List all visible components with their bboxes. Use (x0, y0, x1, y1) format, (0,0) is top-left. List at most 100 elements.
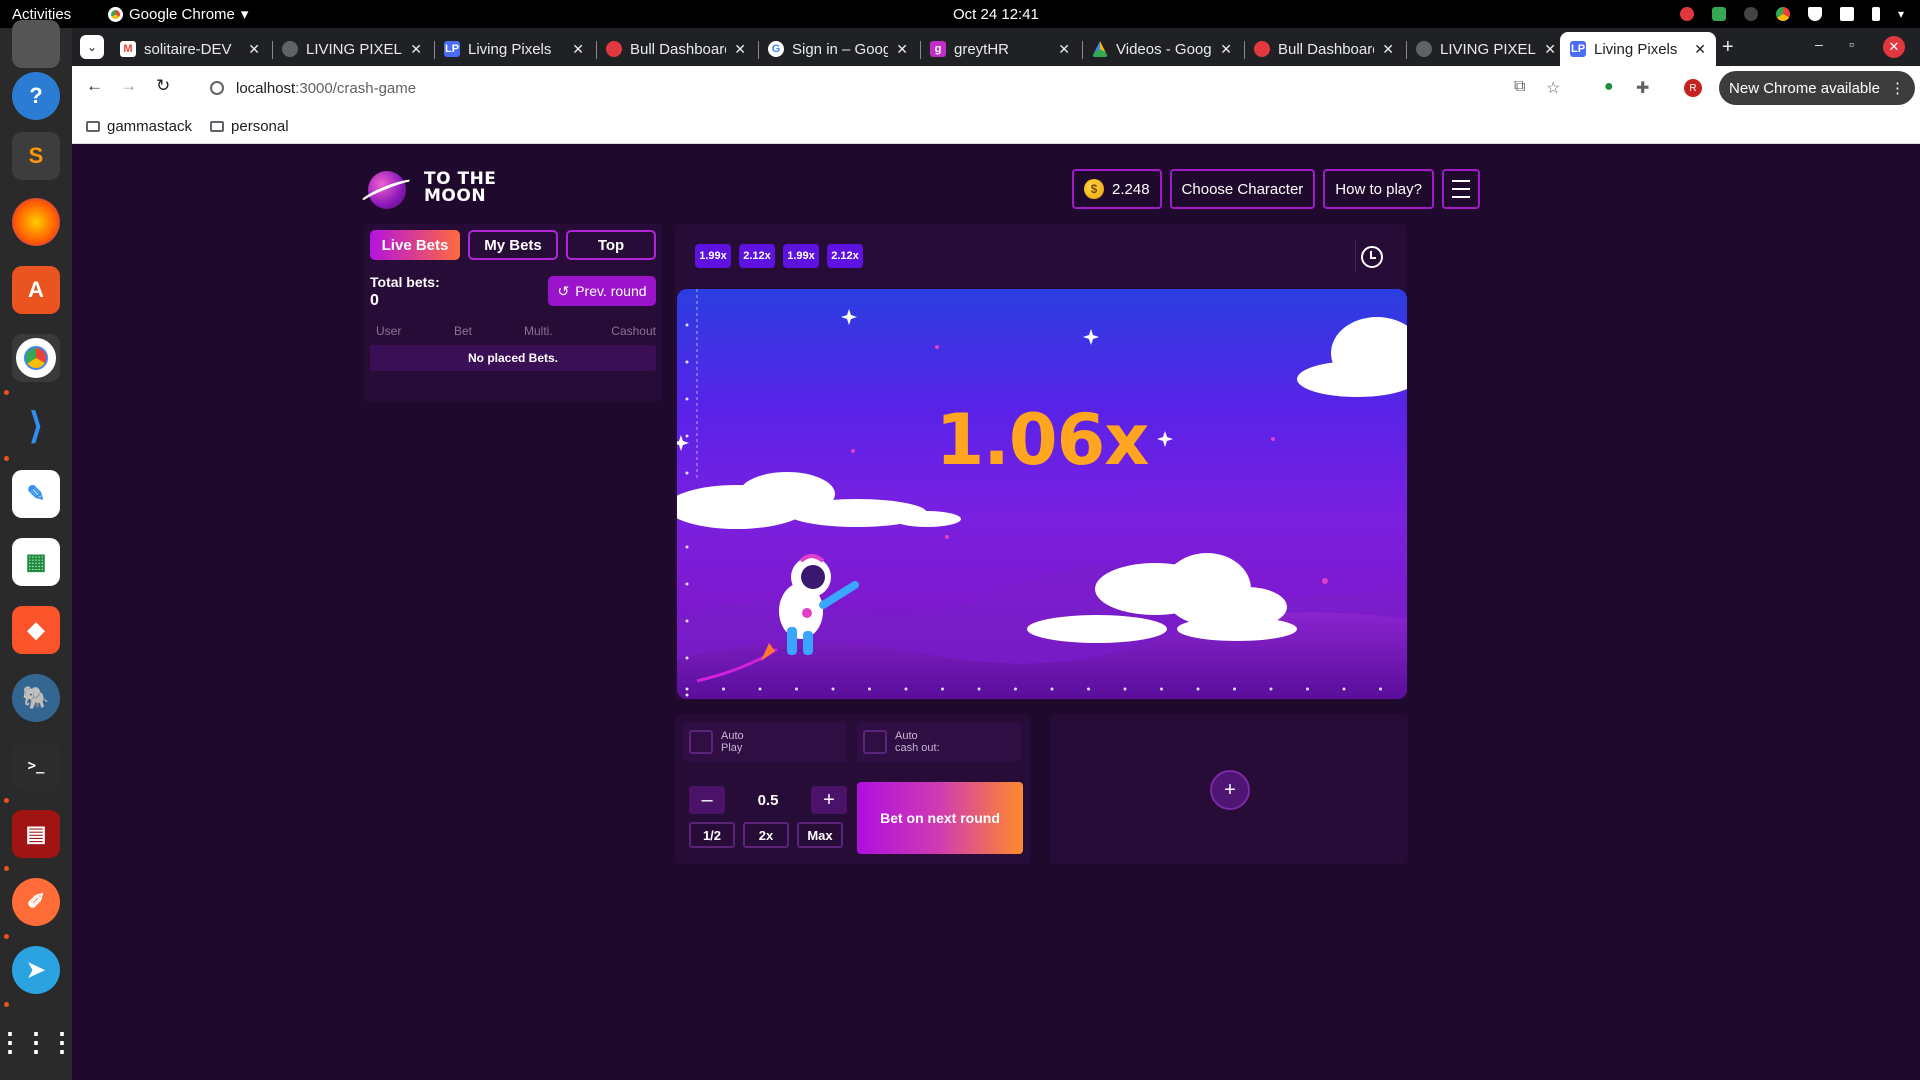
address-bar[interactable]: localhost:3000/crash-game (192, 72, 1622, 104)
globe-icon (282, 41, 298, 57)
multiplier-chip[interactable]: 1.99x (695, 244, 731, 268)
back-button[interactable]: ← (86, 76, 103, 96)
auto-play-checkbox[interactable] (689, 730, 713, 754)
auto-cashout-toggle[interactable]: Auto cash out: (857, 722, 1021, 762)
system-tray[interactable]: ▾ (1679, 7, 1904, 21)
multiplier-chip[interactable]: 1.99x (783, 244, 819, 268)
close-tab-icon[interactable]: ✕ (734, 41, 746, 58)
grammarly-icon[interactable]: ● (1604, 78, 1614, 96)
google-icon: G (768, 41, 784, 57)
browser-tab[interactable]: Bull Dashboard ✕ (1244, 32, 1404, 66)
vscode-icon[interactable]: ⟩ (12, 402, 60, 450)
battery-icon[interactable] (1871, 7, 1880, 21)
logo[interactable]: TO THE MOON (357, 168, 496, 209)
volume-icon[interactable] (1839, 7, 1854, 21)
chrome-icon (108, 6, 123, 22)
close-tab-icon[interactable]: ✕ (1058, 41, 1070, 58)
close-tab-icon[interactable]: ✕ (1544, 41, 1556, 58)
tab-search-button[interactable]: ⌄ (80, 35, 104, 59)
tray-chrome-icon[interactable] (1775, 7, 1790, 21)
tray-check-icon[interactable] (1711, 7, 1726, 21)
auto-cashout-checkbox[interactable] (863, 730, 887, 754)
reload-button[interactable]: ↻ (156, 76, 170, 96)
close-window-button[interactable]: ✕ (1883, 36, 1905, 58)
browser-tab[interactable]: G Sign in – Google✕ (758, 32, 918, 66)
firefox-icon[interactable] (12, 198, 60, 246)
close-tab-icon[interactable]: ✕ (410, 41, 422, 58)
help-icon[interactable]: ? (12, 72, 60, 120)
browser-tab[interactable]: LIVING PIXELS ✕ (1406, 32, 1566, 66)
tab-live-bets[interactable]: Live Bets (370, 230, 460, 260)
history-icon: ↺ (557, 282, 570, 299)
browser-tab[interactable]: M solitaire-DEV ✕ (110, 32, 270, 66)
browser-tab[interactable]: Bull Dashboard ✕ (596, 32, 756, 66)
multiplier-chip[interactable]: 2.12x (739, 244, 775, 268)
browser-window: ⌄ M solitaire-DEV ✕ LIVING PIXELS ✕ LP Liv… (72, 28, 1920, 1080)
browser-tab[interactable]: Videos - Google✕ (1082, 32, 1242, 66)
wifi-icon[interactable] (1807, 7, 1822, 21)
new-tab-button[interactable]: + (1722, 36, 1734, 59)
balance-display[interactable]: $ 2.248 (1072, 169, 1162, 209)
lp-icon: LP (444, 41, 460, 57)
forward-button[interactable]: → (120, 76, 137, 96)
close-tab-icon[interactable]: ✕ (248, 41, 260, 58)
auto-play-toggle[interactable]: Auto Play (683, 722, 847, 762)
install-app-icon[interactable]: ⧉ (1514, 78, 1525, 96)
app-menu[interactable]: Google Chrome ▾ (108, 5, 248, 23)
close-tab-icon[interactable]: ✕ (1694, 41, 1706, 58)
close-tab-icon[interactable]: ✕ (1220, 41, 1232, 58)
brave-icon[interactable]: ◆ (12, 606, 60, 654)
chrome-update-button[interactable]: New Chrome available ⋮ (1719, 71, 1915, 105)
postman-icon[interactable]: ✐ (12, 878, 60, 926)
double-bet-button[interactable]: 2x (743, 822, 789, 848)
bookmark-folder-gammastack[interactable]: gammastack (86, 118, 192, 135)
software-center-icon[interactable]: A (12, 266, 60, 314)
prev-round-button[interactable]: ↺ Prev. round (548, 276, 656, 306)
axis-dot (868, 687, 871, 691)
choose-character-button[interactable]: Choose Character (1169, 169, 1316, 209)
column-user: User (376, 324, 402, 338)
browser-tab[interactable]: LIVING PIXELS ✕ (272, 32, 432, 66)
sublime-text-icon[interactable]: S (12, 132, 60, 180)
bookmark-star-icon[interactable]: ☆ (1546, 78, 1560, 98)
browser-tab-active[interactable]: LP Living Pixels ✕ (1560, 32, 1716, 66)
close-tab-icon[interactable]: ✕ (572, 41, 584, 58)
browser-tab[interactable]: g greytHR ✕ (920, 32, 1080, 66)
minimize-button[interactable]: – (1815, 36, 1823, 52)
add-bet-button[interactable]: + (1210, 770, 1250, 810)
telegram-icon[interactable]: ➤ (12, 946, 60, 994)
chrome-icon[interactable] (12, 334, 60, 382)
max-bet-button[interactable]: Max (797, 822, 843, 848)
profile-avatar[interactable]: R (1684, 79, 1702, 97)
show-apps-icon[interactable]: ⋮⋮⋮ (0, 1018, 75, 1066)
extensions-icon[interactable]: ✚ (1636, 78, 1649, 98)
multiplier-chip[interactable]: 2.12x (827, 244, 863, 268)
how-to-play-button[interactable]: How to play? (1323, 169, 1434, 209)
postgres-icon[interactable]: 🐘 (12, 674, 60, 722)
clock[interactable]: Oct 24 12:41 (953, 6, 1039, 23)
close-tab-icon[interactable]: ✕ (1382, 41, 1394, 58)
bet-amount-value[interactable]: 0.5 (758, 792, 779, 809)
dock-app-icon[interactable] (12, 20, 60, 68)
browser-tab[interactable]: LP Living Pixels ✕ (434, 32, 594, 66)
bookmark-folder-personal[interactable]: personal (210, 118, 289, 135)
increase-bet-button[interactable]: + (810, 786, 847, 814)
decrease-bet-button[interactable]: – (689, 786, 725, 814)
site-info-icon[interactable] (210, 81, 224, 95)
terminal-icon[interactable]: >_ (12, 742, 60, 790)
tray-power-icon[interactable] (1743, 7, 1758, 21)
gmail-icon: M (120, 41, 136, 57)
tab-my-bets[interactable]: My Bets (468, 230, 558, 260)
tray-app-icon[interactable] (1679, 7, 1694, 21)
spreadsheet-icon[interactable]: ▦ (12, 538, 60, 586)
tab-top[interactable]: Top (566, 230, 656, 260)
close-tab-icon[interactable]: ✕ (896, 41, 908, 58)
maximize-button[interactable]: ▫ (1849, 36, 1854, 52)
half-bet-button[interactable]: 1/2 (689, 822, 735, 848)
text-editor-icon[interactable]: ✎ (12, 470, 60, 518)
bet-next-round-button[interactable]: Bet on next round (857, 782, 1023, 854)
menu-button[interactable] (1442, 169, 1480, 209)
clock-history-icon[interactable] (1361, 246, 1383, 268)
workspace-app-icon[interactable]: ▤ (12, 810, 60, 858)
system-menu-chevron-icon[interactable]: ▾ (1898, 7, 1904, 21)
